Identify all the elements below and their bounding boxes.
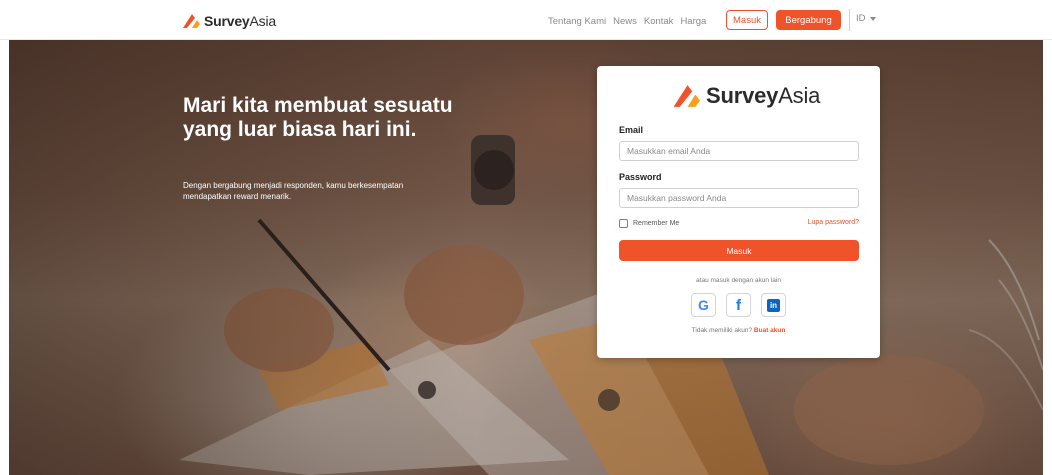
create-account-link[interactable]: Buat akun [754,327,785,334]
top-navbar: SurveyAsia Tentang Kami News Kontak Harg… [0,0,1052,40]
nav-login-button[interactable]: Masuk [726,10,768,30]
google-login-button[interactable]: G [691,293,716,317]
nav-link-kontak[interactable]: Kontak [644,16,674,27]
nav-divider [849,9,850,31]
password-label: Password [619,172,662,182]
remember-me-checkbox[interactable] [619,219,628,228]
facebook-icon: f [736,296,741,314]
language-label: ID [856,13,866,24]
nav-link-news[interactable]: News [613,16,637,27]
language-selector[interactable]: ID [856,13,876,24]
hero-headline: Mari kita membuat sesuatu yang luar bias… [183,94,453,141]
signup-prompt: Tidak memiliki akun? Buat akun [597,327,880,334]
remember-me-label: Remember Me [633,220,680,227]
social-login-buttons: G f in [597,293,880,317]
nav-signup-button[interactable]: Bergabung [776,10,841,30]
brand-name: SurveyAsia [204,13,276,29]
nav-link-harga[interactable]: Harga [680,16,706,27]
login-brand-logo: SurveyAsia [670,82,820,110]
login-card: SurveyAsia Email Password Remember Me Lu… [597,66,880,358]
hero-photo-illustration [179,135,1043,475]
password-field[interactable] [619,188,859,208]
hero-background-image [9,40,1043,475]
remember-me[interactable]: Remember Me [619,219,679,228]
surveyasia-logo-icon [673,85,700,107]
login-submit-button[interactable]: Masuk [619,240,859,261]
chevron-down-icon [869,16,876,21]
email-field[interactable] [619,141,859,161]
nav-links: Tentang Kami News Kontak Harga [548,12,706,30]
alt-login-text: atau masuk dengan akun lain [696,277,781,284]
surveyasia-logo-icon [183,14,200,28]
facebook-login-button[interactable]: f [726,293,751,317]
linkedin-login-button[interactable]: in [761,293,786,317]
google-icon: G [698,297,709,313]
login-brand-name: SurveyAsia [706,83,821,108]
no-account-text: Tidak memiliki akun? [691,327,753,334]
email-label: Email [619,125,644,135]
linkedin-icon: in [767,298,780,312]
nav-link-tentang-kami[interactable]: Tentang Kami [548,16,606,27]
forgot-password-link[interactable]: Lupa password? [808,219,859,226]
brand-logo-link[interactable]: SurveyAsia [181,11,276,31]
hero-subtext: Dengan bergabung menjadi responden, kamu… [183,181,404,201]
